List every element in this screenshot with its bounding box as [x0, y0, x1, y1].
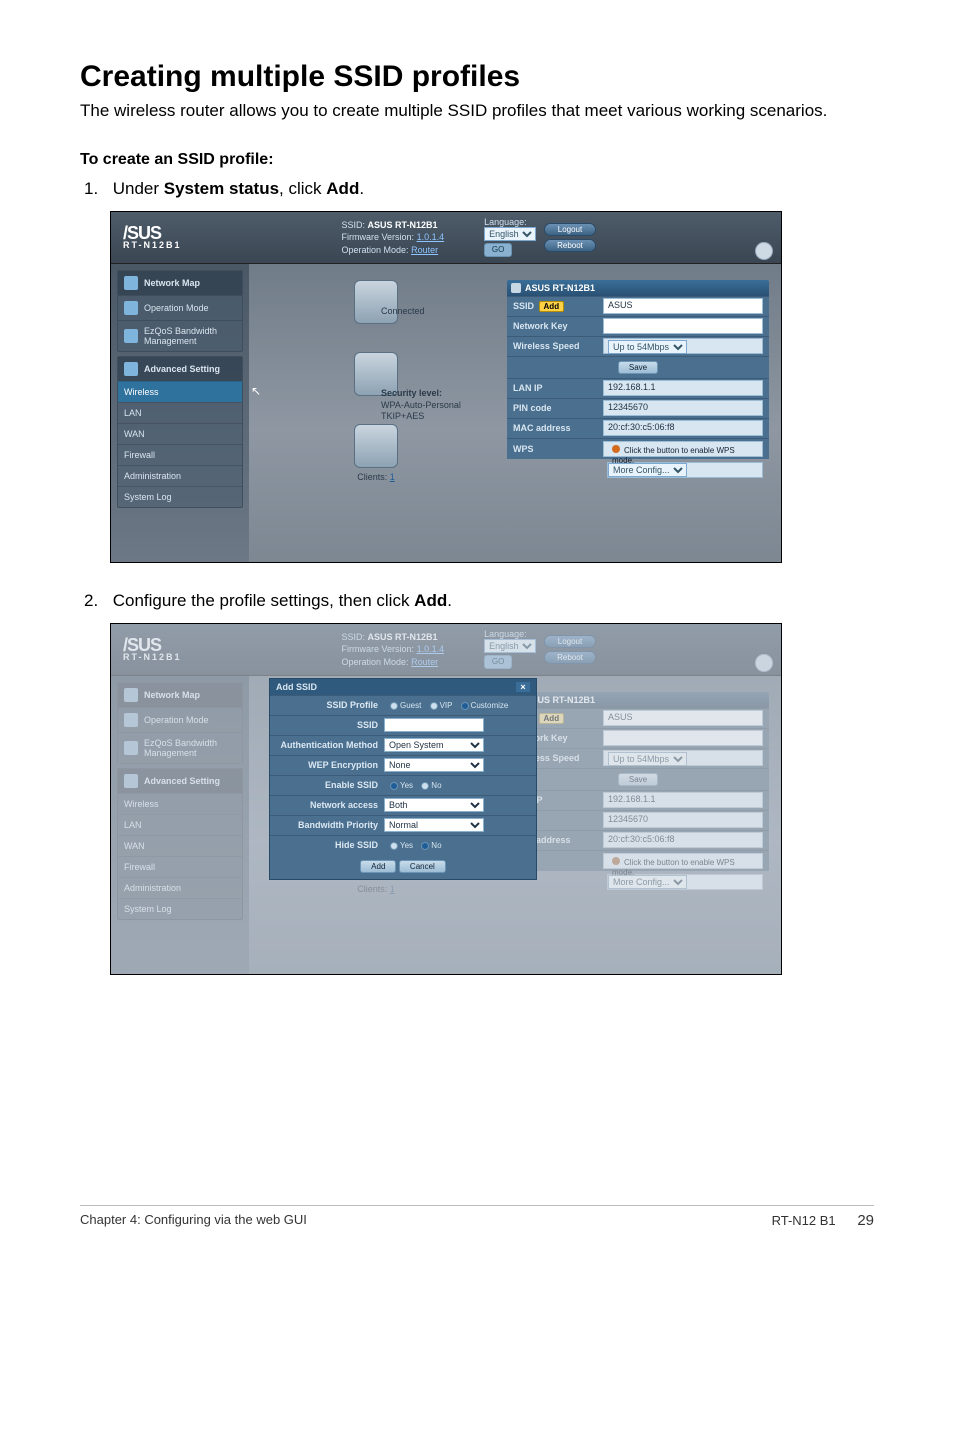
step-1: 1. Under System status, click Add. — [84, 179, 874, 199]
qos-icon — [124, 329, 138, 343]
bandwidth-select[interactable]: Normal — [384, 818, 484, 832]
save-button[interactable]: Save — [618, 361, 658, 374]
language-block: Language: English GO — [484, 217, 536, 257]
sidebar: Network Map Operation Mode EzQoS Bandwid… — [111, 264, 249, 563]
network-key-input[interactable] — [603, 318, 763, 334]
screenshot-2: /SUS RT-N12B1 SSID: ASUS RT-N12B1 Firmwa… — [110, 623, 782, 975]
go-button[interactable]: GO — [484, 243, 512, 257]
radio-icon[interactable] — [390, 782, 398, 790]
cursor-icon: ↖ — [251, 384, 263, 400]
radio-icon[interactable] — [390, 842, 398, 850]
sidebar-item-operation-mode[interactable]: Operation Mode — [118, 295, 242, 320]
page-title: Creating multiple SSID profiles — [80, 60, 874, 94]
radio-icon[interactable] — [421, 782, 429, 790]
system-status-panel: ASUS RT-N12B1 SSID Add ASUS Network Key … — [507, 280, 769, 548]
radio-icon[interactable] — [421, 842, 429, 850]
modal-ssid-input[interactable] — [384, 718, 484, 732]
brand-logo: /SUS RT-N12B1 — [123, 225, 182, 249]
map-icon — [124, 276, 138, 290]
hide-radio-group[interactable]: Yes No — [384, 841, 536, 850]
ssid-input[interactable]: ASUS — [603, 298, 763, 314]
opmode-link[interactable]: Router — [411, 245, 438, 255]
sidebar-item-advanced[interactable]: Advanced Setting — [118, 357, 242, 381]
internet-icon — [354, 280, 398, 324]
sidebar-item-lan[interactable]: LAN — [118, 402, 242, 423]
sidebar-item-wan[interactable]: WAN — [118, 423, 242, 444]
add-ssid-modal: Add SSID × SSID Profile Guest VIP Custom… — [269, 678, 537, 880]
intro-text: The wireless router allows you to create… — [80, 100, 874, 123]
logout-button[interactable]: Logout — [544, 223, 596, 236]
screenshot-1: /SUS RT-N12B1 SSID: ASUS RT-N12B1 Firmwa… — [110, 211, 782, 563]
footer-chapter: Chapter 4: Configuring via the web GUI — [80, 1212, 307, 1229]
enable-radio-group[interactable]: Yes No — [384, 781, 536, 790]
sidebar-item-syslog[interactable]: System Log — [118, 486, 242, 507]
wps-value: Click the button to enable WPS mode. — [603, 441, 763, 457]
radio-icon[interactable] — [390, 702, 398, 710]
network-visual: Connected Security level: WPA-Auto-Perso… — [261, 280, 491, 548]
language-select[interactable]: English — [484, 227, 536, 241]
close-icon[interactable]: × — [516, 682, 530, 692]
mac-value: 20:cf:30:c5:06:f8 — [603, 420, 763, 436]
mode-icon — [124, 301, 138, 315]
refresh-icon[interactable] — [755, 242, 773, 260]
footer-model: RT-N12 B1 — [772, 1213, 836, 1228]
sidebar-item-firewall[interactable]: Firewall — [118, 444, 242, 465]
step-2: 2. Configure the profile settings, then … — [84, 591, 874, 611]
sidebar-item-admin[interactable]: Administration — [118, 465, 242, 486]
procedure-heading: To create an SSID profile: — [80, 151, 874, 169]
profile-radio-group[interactable]: Guest VIP Customize — [384, 701, 536, 710]
connected-label: Connected — [381, 306, 425, 316]
pin-value: 12345670 — [603, 400, 763, 416]
sidebar-item-ezqos[interactable]: EzQoS Bandwidth Management — [118, 320, 242, 351]
access-select[interactable]: Both — [384, 798, 484, 812]
page-number: 29 — [857, 1212, 874, 1229]
clients-label: Clients: 1 — [261, 472, 491, 482]
header-info: SSID: ASUS RT-N12B1 Firmware Version: 1.… — [342, 219, 445, 257]
modal-title: Add SSID — [276, 682, 317, 692]
modal-add-button[interactable]: Add — [360, 860, 396, 873]
sidebar-item-network-map[interactable]: Network Map — [118, 271, 242, 295]
add-ssid-button[interactable]: Add — [539, 301, 565, 312]
wep-select[interactable]: None — [384, 758, 484, 772]
gear-icon — [124, 362, 138, 376]
auth-select[interactable]: Open System — [384, 738, 484, 752]
reboot-button[interactable]: Reboot — [544, 239, 596, 252]
firmware-link[interactable]: 1.0.1.4 — [417, 232, 445, 242]
lan-ip-value: 192.168.1.1 — [603, 380, 763, 396]
sidebar-item-wireless[interactable]: Wireless — [118, 381, 242, 402]
radio-icon[interactable] — [430, 702, 438, 710]
more-config-select[interactable]: More Config... — [608, 463, 687, 477]
radio-icon[interactable] — [461, 702, 469, 710]
speed-select[interactable]: Up to 54Mbps — [608, 340, 687, 354]
clients-icon — [354, 424, 398, 468]
security-level: Security level: WPA-Auto-Personal TKIP+A… — [381, 388, 461, 423]
cancel-button[interactable]: Cancel — [399, 860, 446, 873]
page-footer: Chapter 4: Configuring via the web GUI R… — [80, 1205, 874, 1229]
status-heading: ASUS RT-N12B1 — [507, 280, 769, 296]
